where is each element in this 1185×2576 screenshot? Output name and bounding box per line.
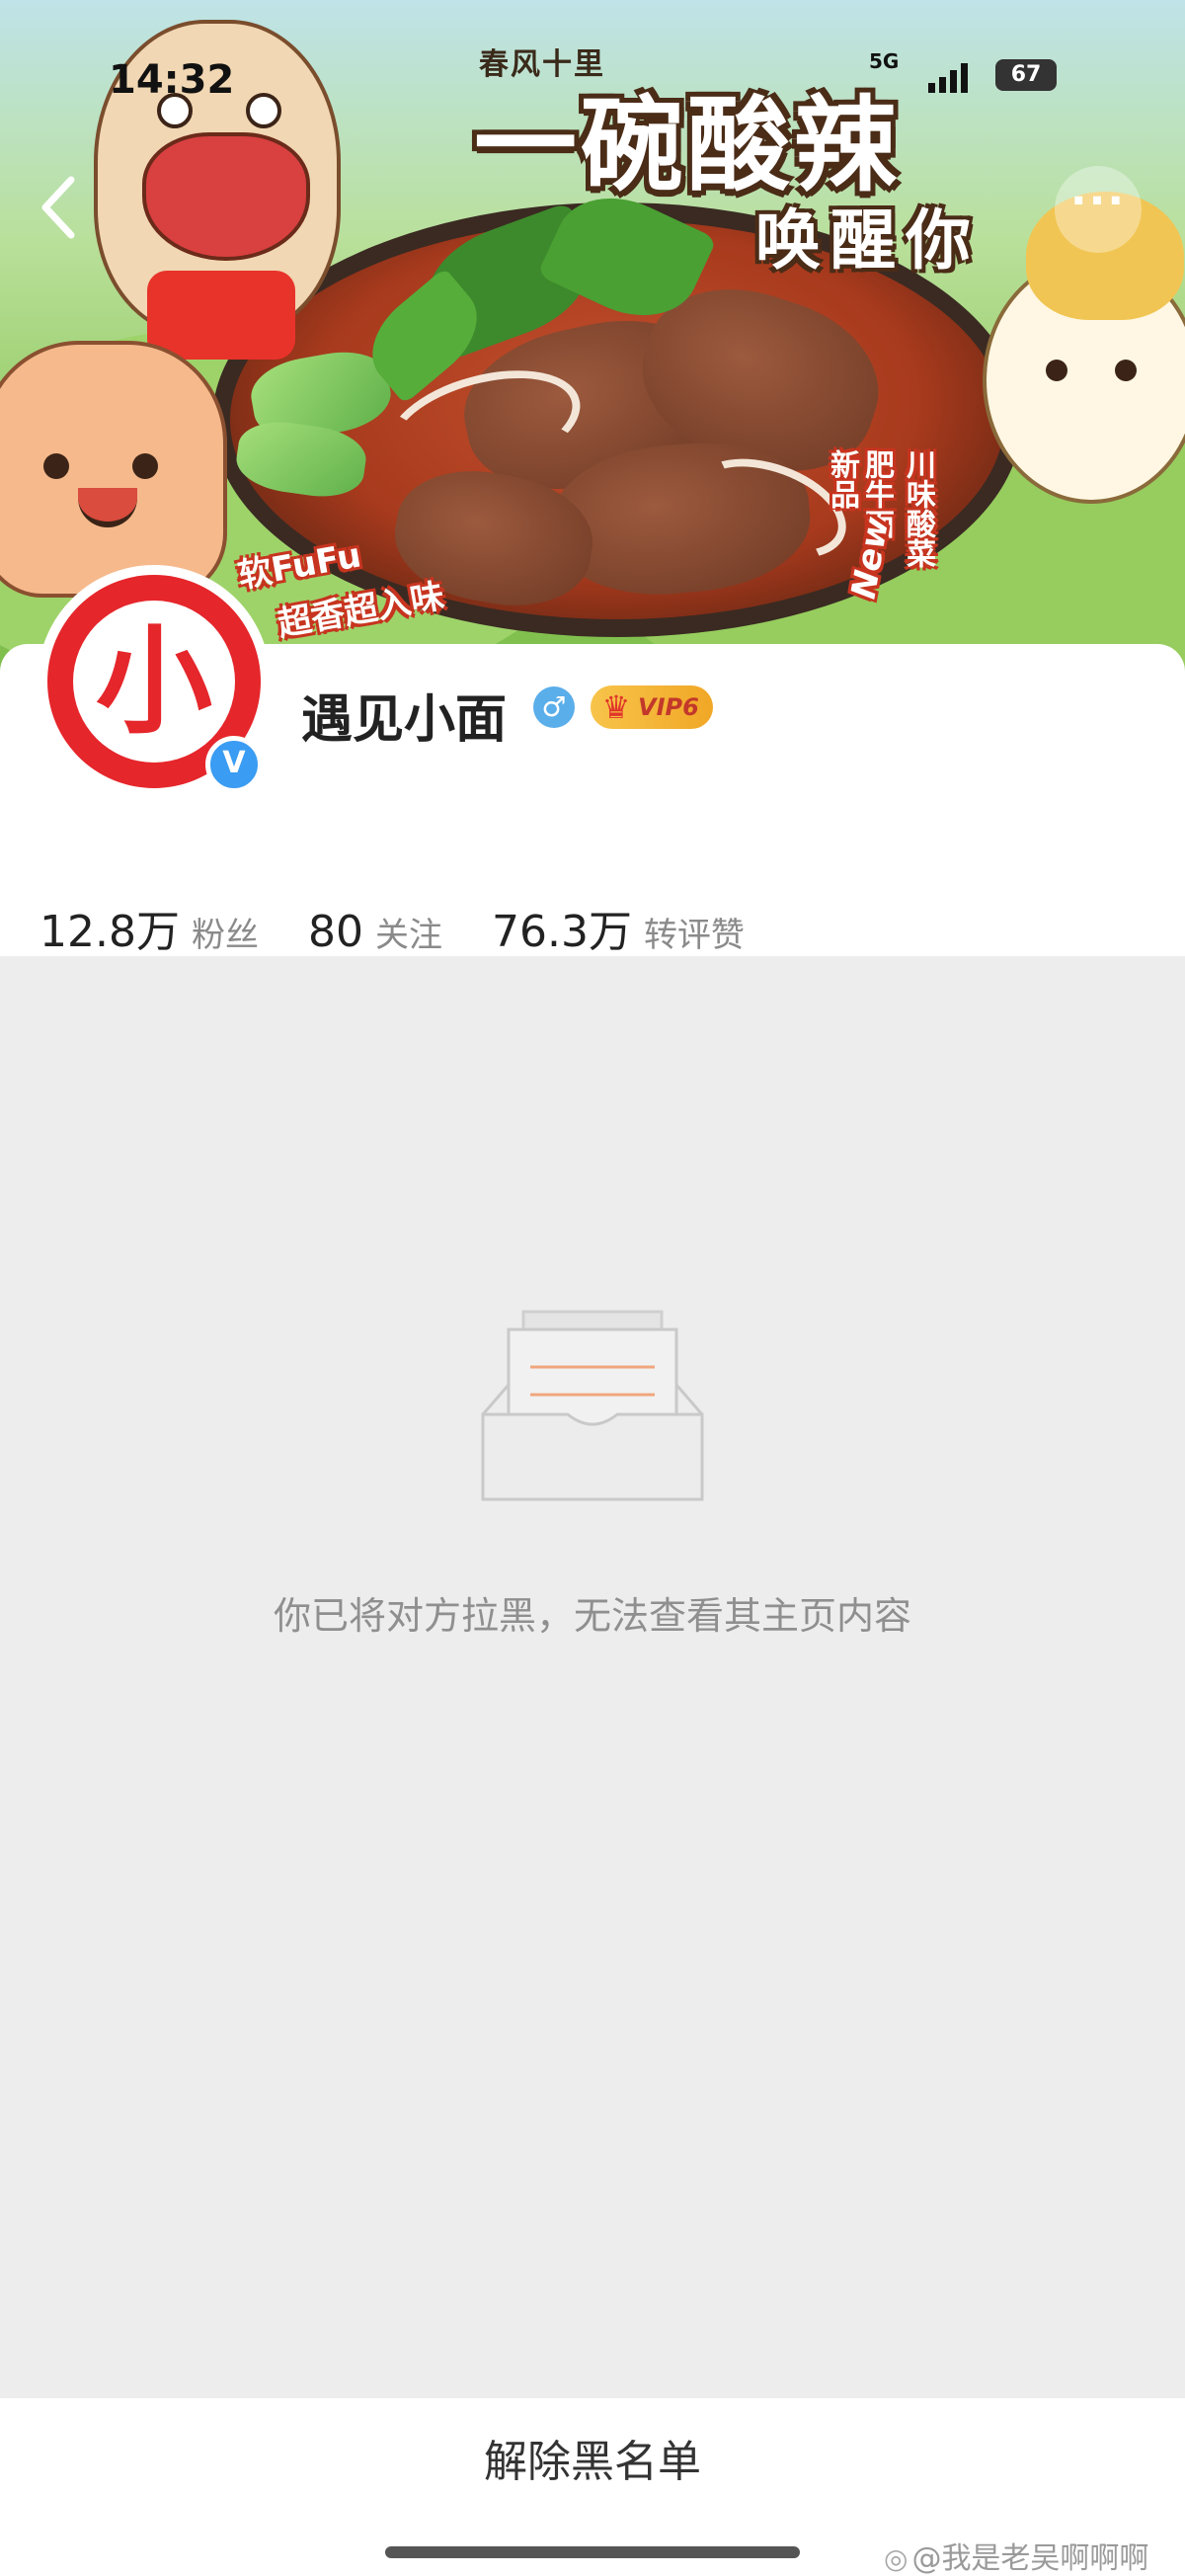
banner-vertical-text: 川味酸菜 (901, 449, 935, 568)
male-gender-icon: ♂ (533, 686, 575, 728)
crown-icon: ♛ (601, 688, 631, 726)
home-indicator[interactable] (385, 2546, 800, 2558)
network-type: 5G (869, 49, 900, 73)
stat-label: 转评赞 (643, 916, 745, 955)
more-options-button[interactable]: ··· (1055, 166, 1142, 253)
stat-value: 12.8万 (40, 907, 180, 957)
unblock-button[interactable]: 解除黑名单 (0, 2398, 1185, 2527)
chevron-left-icon (41, 176, 75, 239)
vip-label: VIP6 (638, 693, 699, 721)
back-button[interactable] (28, 170, 87, 245)
status-indicators: 5G 67 (869, 51, 1076, 97)
battery-icon: 67 (995, 59, 1057, 91)
mascot-toast-character (0, 341, 227, 598)
screen: 春风十里 一碗酸辣 唤醒你 软FuFu 超香超入味 川味酸菜 肥牛面 新品 Ne… (0, 0, 1185, 2576)
stat-followers[interactable]: 12.8万 粉丝 (40, 896, 259, 959)
blocked-message: 你已将对方拉黑，无法查看其主页内容 (273, 1594, 911, 1638)
signal-icon (928, 61, 968, 93)
stat-label: 关注 (374, 916, 442, 955)
stat-following[interactable]: 80 关注 (308, 907, 442, 957)
empty-inbox-icon (481, 1310, 704, 1501)
vip-badge[interactable]: ♛ VIP6 (591, 685, 713, 729)
profile-name: 遇见小面 (301, 690, 508, 750)
watermark: ◎ @我是老吴啊啊啊 (884, 2534, 1148, 2576)
banner-vertical-text: 新品 (825, 449, 859, 509)
weibo-logo-icon: ◎ (884, 2542, 908, 2575)
profile-stats: 12.8万 粉丝 80 关注 76.3万 转评赞 (40, 896, 794, 957)
stat-value: 76.3万 (491, 907, 632, 957)
verified-badge-icon: V (205, 736, 263, 793)
avatar-char: 小 (73, 601, 235, 763)
banner-subline: 唤醒你 (755, 202, 981, 279)
watermark-text: @我是老吴啊啊啊 (911, 2541, 1149, 2576)
mascot-character-right (983, 192, 1185, 504)
status-time: 14:32 (109, 57, 235, 103)
stat-value: 80 (307, 907, 363, 957)
stat-interactions[interactable]: 76.3万 转评赞 (492, 896, 745, 959)
stat-label: 粉丝 (191, 916, 259, 955)
